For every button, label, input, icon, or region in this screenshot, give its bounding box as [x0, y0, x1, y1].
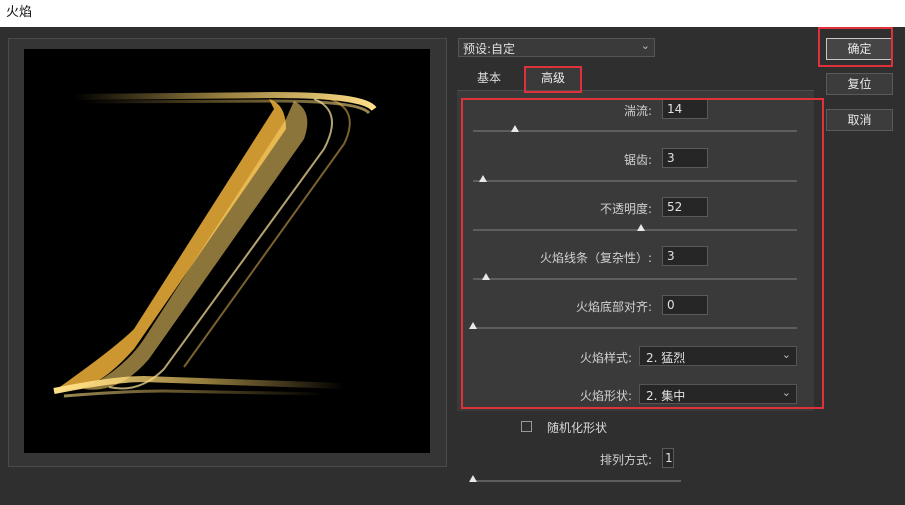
flame-preview: [24, 49, 430, 453]
preset-label: 预设:: [463, 42, 492, 56]
randomize-label: 随机化形状: [547, 421, 608, 435]
randomize-checkbox[interactable]: [521, 421, 532, 432]
preset-select[interactable]: 预设:自定 ⌄: [458, 38, 655, 57]
flame-z-graphic: [53, 91, 377, 398]
title-bar: 火焰: [0, 0, 905, 27]
advanced-settings-highlight: [461, 98, 824, 409]
arrangement-label: 排列方式:: [599, 453, 652, 467]
ok-button-highlight: [818, 27, 893, 67]
arrangement-slider-thumb[interactable]: [469, 475, 477, 482]
preset-value: 自定: [491, 42, 516, 56]
advanced-tab-highlight: [524, 66, 582, 93]
window-title: 火焰: [6, 5, 33, 20]
tab-basic[interactable]: 基本: [466, 66, 512, 90]
arrangement-slider-track[interactable]: [473, 480, 681, 482]
chevron-down-icon: ⌄: [640, 39, 650, 52]
reset-button[interactable]: 复位: [826, 73, 893, 95]
arrangement-field[interactable]: 1: [662, 448, 674, 468]
cancel-button[interactable]: 取消: [826, 109, 893, 131]
